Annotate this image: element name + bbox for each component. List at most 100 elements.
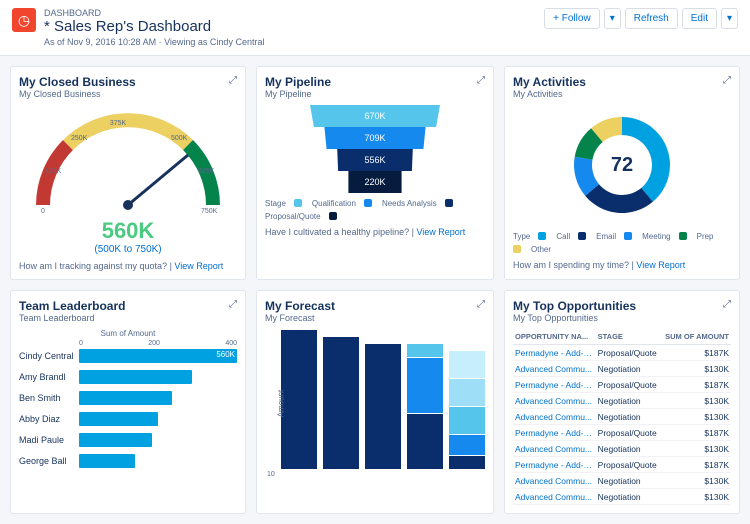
- opp-name-link[interactable]: Permadyne - Add-O...: [513, 457, 596, 473]
- svg-text:250K: 250K: [71, 135, 88, 142]
- card-footer-text: How am I tracking against my quota?: [19, 261, 167, 271]
- opp-name-link[interactable]: Advanced Commu...: [513, 409, 596, 425]
- card-leaderboard: ⤢ Team Leaderboard Team Leaderboard Sum …: [10, 290, 246, 514]
- table-row[interactable]: Permadyne - Add-O...Proposal/Quote$187K: [513, 457, 731, 473]
- opp-amount: $130K: [661, 489, 731, 505]
- opportunities-table: Opportunity Na... Stage Sum of Amount Pe…: [513, 329, 731, 505]
- refresh-button[interactable]: Refresh: [625, 8, 678, 29]
- svg-text:72: 72: [611, 154, 633, 176]
- y-tick: 10: [267, 471, 485, 478]
- svg-text:125K: 125K: [45, 168, 62, 175]
- expand-icon[interactable]: ⤢: [229, 299, 237, 310]
- funnel-segment: 220K: [340, 171, 410, 193]
- opp-name-link[interactable]: Advanced Commu...: [513, 489, 596, 505]
- card-subtitle: My Closed Business: [19, 89, 237, 99]
- hbar-label: George Ball: [19, 456, 79, 466]
- svg-text:0: 0: [41, 208, 45, 215]
- table-row[interactable]: Advanced Commu...Negotiation$130K: [513, 409, 731, 425]
- funnel-chart: 670K709K556K220K: [265, 105, 485, 193]
- axis-title: Sum of Amount: [19, 329, 237, 338]
- hbar-row: Ben Smith: [19, 391, 237, 405]
- card-title: My Activities: [513, 75, 731, 89]
- funnel-legend: Stage Qualification Needs Analysis Propo…: [265, 199, 485, 221]
- donut-legend: Type Call Email Meeting Prep Other: [513, 232, 731, 254]
- table-row[interactable]: Permadyne - Add-O...Proposal/Quote$187K: [513, 377, 731, 393]
- table-row[interactable]: Advanced Commu...Negotiation$130K: [513, 441, 731, 457]
- table-row[interactable]: Permadyne - Add-O...Proposal/Quote$187K: [513, 345, 731, 361]
- more-actions-button[interactable]: ▾: [721, 8, 738, 29]
- stacked-bar: [449, 350, 485, 469]
- page-title: * Sales Rep's Dashboard: [44, 18, 264, 35]
- opp-name-link[interactable]: Permadyne - Add-O...: [513, 425, 596, 441]
- opp-amount: $130K: [661, 409, 731, 425]
- view-report-link[interactable]: View Report: [416, 227, 465, 237]
- col-stage[interactable]: Stage: [596, 329, 661, 345]
- card-footer-text: How am I spending my time?: [513, 260, 629, 270]
- table-row[interactable]: Advanced Commu...Negotiation$130K: [513, 473, 731, 489]
- expand-icon[interactable]: ⤢: [723, 299, 731, 310]
- opp-stage: Proposal/Quote: [596, 457, 661, 473]
- hbar-label: Ben Smith: [19, 393, 79, 403]
- hbar-label: Amy Brandl: [19, 372, 79, 382]
- stacked-bar: [281, 329, 317, 469]
- stacked-bar: [365, 343, 401, 469]
- opp-stage: Negotiation: [596, 441, 661, 457]
- page-subtitle: As of Nov 9, 2016 10:28 AM · Viewing as …: [44, 37, 264, 47]
- table-row[interactable]: Advanced Commu...Negotiation$130K: [513, 393, 731, 409]
- card-closed-business: ⤢ My Closed Business My Closed Business …: [10, 66, 246, 280]
- hbar-chart: Cindy Central560K Amy Brandl Ben Smith Abby…: [19, 349, 237, 468]
- svg-text:750K: 750K: [201, 208, 218, 215]
- opp-stage: Proposal/Quote: [596, 377, 661, 393]
- hbar-row: George Ball: [19, 454, 237, 468]
- opp-name-link[interactable]: Advanced Commu...: [513, 441, 596, 457]
- card-subtitle: Team Leaderboard: [19, 313, 237, 323]
- gauge-chart: 0 125K 250K 375K 500K 625K 750K 560K (50…: [19, 105, 237, 255]
- table-row[interactable]: Advanced Commu...Negotiation$130K: [513, 489, 731, 505]
- expand-icon[interactable]: ⤢: [229, 75, 237, 86]
- donut-chart: 72: [513, 105, 731, 228]
- hbar-label: Cindy Central: [19, 351, 79, 361]
- opp-name-link[interactable]: Advanced Commu...: [513, 361, 596, 377]
- col-opportunity[interactable]: Opportunity Na...: [513, 329, 596, 345]
- view-report-link[interactable]: View Report: [636, 260, 685, 270]
- opp-name-link[interactable]: Advanced Commu...: [513, 473, 596, 489]
- expand-icon[interactable]: ⤢: [477, 75, 485, 86]
- follow-button[interactable]: + Follow: [544, 8, 600, 29]
- hbar-row: Amy Brandl: [19, 370, 237, 384]
- hbar-row: Madi Paule: [19, 433, 237, 447]
- card-forecast: ⤢ My Forecast My Forecast Amount 10: [256, 290, 494, 514]
- table-row[interactable]: Permadyne - Add-O...Proposal/Quote$187K: [513, 425, 731, 441]
- edit-button[interactable]: Edit: [682, 8, 717, 29]
- opp-stage: Proposal/Quote: [596, 345, 661, 361]
- gauge-range: (500K to 750K): [19, 244, 237, 255]
- opp-name-link[interactable]: Advanced Commu...: [513, 393, 596, 409]
- opp-amount: $130K: [661, 441, 731, 457]
- hbar-row: Cindy Central560K: [19, 349, 237, 363]
- stacked-bar-chart: Amount: [281, 329, 485, 469]
- follow-menu-button[interactable]: ▾: [604, 8, 621, 29]
- opp-amount: $130K: [661, 393, 731, 409]
- card-subtitle: My Top Opportunities: [513, 313, 731, 323]
- opp-stage: Negotiation: [596, 361, 661, 377]
- card-top-opportunities: ⤢ My Top Opportunities My Top Opportunit…: [504, 290, 740, 514]
- expand-icon[interactable]: ⤢: [477, 299, 485, 310]
- hbar-row: Abby Diaz: [19, 412, 237, 426]
- expand-icon[interactable]: ⤢: [723, 75, 731, 86]
- opp-stage: Negotiation: [596, 409, 661, 425]
- card-title: My Top Opportunities: [513, 299, 731, 313]
- page-type-label: DASHBOARD: [44, 8, 264, 18]
- view-report-link[interactable]: View Report: [174, 261, 223, 271]
- hbar-label: Madi Paule: [19, 435, 79, 445]
- opp-name-link[interactable]: Permadyne - Add-O...: [513, 377, 596, 393]
- funnel-segment: 709K: [320, 127, 430, 149]
- card-footer-text: Have I cultivated a healthy pipeline?: [265, 227, 409, 237]
- header-actions: + Follow ▾ Refresh Edit ▾: [544, 8, 738, 29]
- opp-amount: $130K: [661, 361, 731, 377]
- opp-amount: $187K: [661, 377, 731, 393]
- opp-name-link[interactable]: Permadyne - Add-O...: [513, 345, 596, 361]
- card-subtitle: My Pipeline: [265, 89, 485, 99]
- card-title: Team Leaderboard: [19, 299, 237, 313]
- funnel-segment: 556K: [330, 149, 420, 171]
- table-row[interactable]: Advanced Commu...Negotiation$130K: [513, 361, 731, 377]
- col-amount[interactable]: Sum of Amount: [661, 329, 731, 345]
